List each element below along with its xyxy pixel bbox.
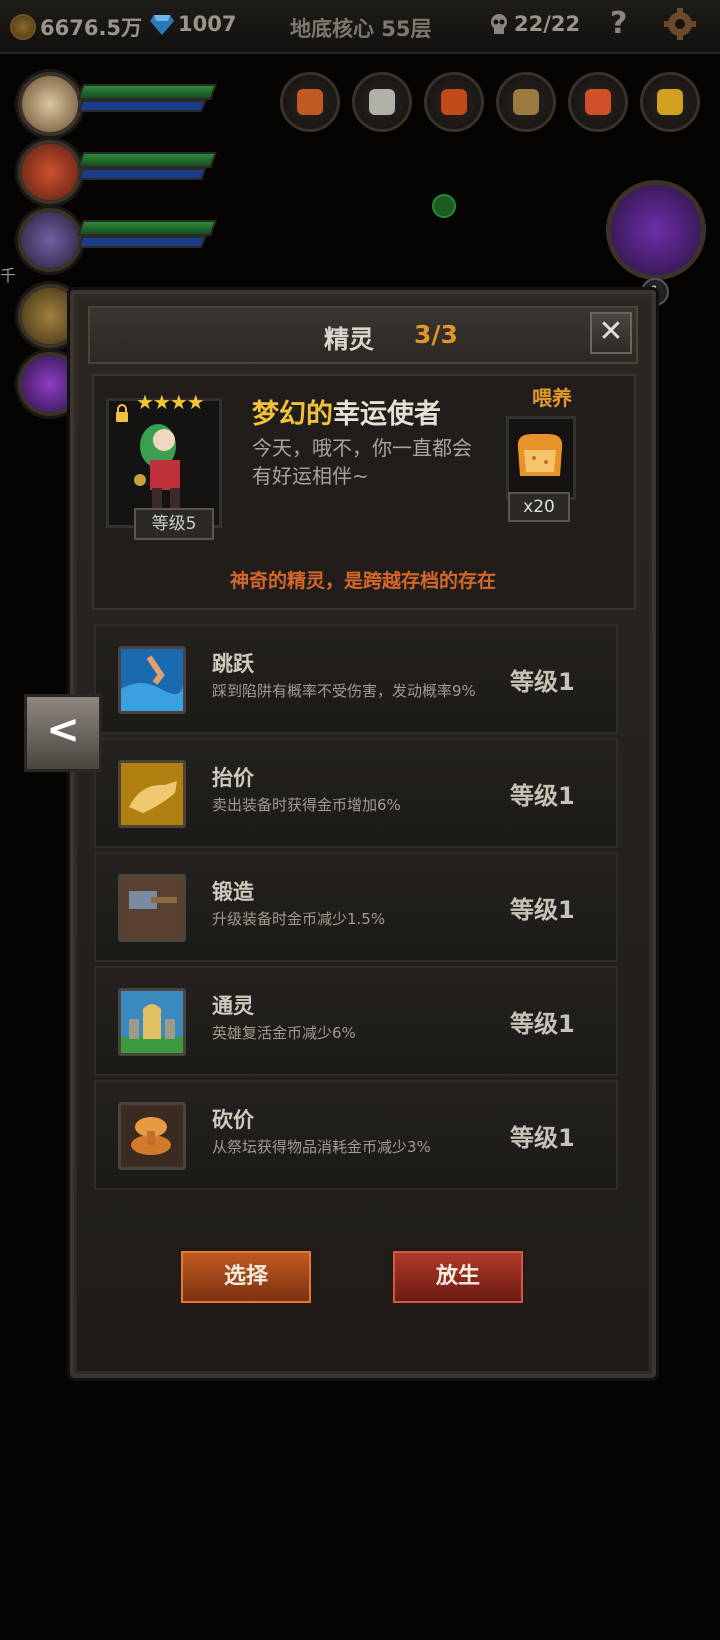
skill-description: 升级装备时金币减少1.5% <box>212 910 386 928</box>
skill-level: 等级1 <box>510 1124 575 1152</box>
side-cut-text: 千 <box>0 266 17 285</box>
feed-count: x20 <box>508 492 570 522</box>
skill-name: 砍价 <box>212 1108 254 1132</box>
spirit-portrait <box>134 424 180 508</box>
skill-level: 等级1 <box>510 668 575 696</box>
skill-row[interactable]: 通灵 英雄复活金币减少6% 等级1 <box>94 966 618 1076</box>
skill-description: 踩到陷阱有概率不受伤害，发动概率9% <box>212 682 476 700</box>
hero-hp-bar-3 <box>77 220 217 236</box>
hand-icon <box>118 760 186 828</box>
spirit-note: 神奇的精灵，是跨越存档的存在 <box>229 570 496 592</box>
potion-icon <box>297 89 323 115</box>
bread-icon <box>517 434 563 476</box>
coins-icon <box>118 1102 186 1170</box>
spirit-modal: 精灵 3/3 ✕ ★★★★ 等级5 梦幻的幸运使者 今天，哦不，你一直都会有好运… <box>70 290 656 1378</box>
green-marker <box>432 194 456 218</box>
dagger-icon <box>585 89 611 115</box>
item-slot-3[interactable] <box>424 72 484 132</box>
item-slot-4[interactable] <box>496 72 556 132</box>
hammer-icon <box>118 874 186 942</box>
rune-icon <box>441 89 467 115</box>
gear-icon[interactable] <box>664 8 696 40</box>
kill-value: 22/22 <box>514 12 581 36</box>
main-hero-portrait[interactable] <box>606 180 706 280</box>
item-slot-1[interactable] <box>280 72 340 132</box>
gem-value: 1007 <box>178 12 237 36</box>
gold-display: 6676.5万 <box>10 12 142 42</box>
helmet-icon <box>369 89 395 115</box>
skill-level: 等级1 <box>510 782 575 810</box>
release-button[interactable]: 放生 <box>390 1248 526 1306</box>
spirit-description: 今天，哦不，你一直都会有好运相伴~ <box>252 436 472 488</box>
star-rating: ★★★★ <box>136 390 205 414</box>
skill-row[interactable]: 锻造 升级装备时金币减少1.5% 等级1 <box>94 852 618 962</box>
spirit-name-adjective: 梦幻的 <box>252 399 333 430</box>
spirit-name-noun: 幸运使者 <box>333 399 441 430</box>
skill-description: 从祭坛获得物品消耗金币减少3% <box>212 1138 431 1156</box>
hero-mp-bar-1 <box>77 100 207 112</box>
hero-portrait-3[interactable] <box>18 208 82 272</box>
skill-description: 英雄复活金币减少6% <box>212 1024 356 1042</box>
skull-icon <box>491 14 507 34</box>
feed-label: 喂养 <box>532 386 572 410</box>
back-arrow-button[interactable]: < <box>24 694 102 772</box>
item-slot-5[interactable] <box>568 72 628 132</box>
tombstone-icon <box>118 988 186 1056</box>
item-slot-2[interactable] <box>352 72 412 132</box>
modal-title: 精灵 <box>324 325 375 354</box>
floor-label: 地底核心 55层 <box>290 17 432 41</box>
gem-display: 1007 <box>150 12 236 36</box>
skill-name: 跳跃 <box>212 652 254 676</box>
hero-mp-bar-2 <box>77 168 207 180</box>
feather-icon <box>657 89 683 115</box>
spirit-count: 3/3 <box>414 320 458 349</box>
gold-value: 6676.5万 <box>40 16 143 40</box>
lock-icon <box>116 404 128 422</box>
skill-level: 等级1 <box>510 896 575 924</box>
hero-hp-bar-1 <box>77 84 217 100</box>
coin-icon <box>10 14 36 40</box>
hero-portrait-1[interactable] <box>18 72 82 136</box>
skill-row[interactable]: 抬价 卖出装备时获得金币增加6% 等级1 <box>94 738 618 848</box>
diamond-icon <box>150 15 174 35</box>
skill-row[interactable]: 跳跃 踩到陷阱有概率不受伤害，发动概率9% 等级1 <box>94 624 618 734</box>
select-button[interactable]: 选择 <box>178 1248 314 1306</box>
hero-portrait-2[interactable] <box>18 140 82 204</box>
jump-icon <box>118 646 186 714</box>
help-icon[interactable]: ? <box>610 6 627 41</box>
top-bar: 6676.5万 1007 地底核心 55层 22/22 ? <box>0 0 720 54</box>
spirit-name: 梦幻的幸运使者 <box>252 392 441 431</box>
spirit-level: 等级5 <box>134 508 214 540</box>
skill-name: 锻造 <box>212 880 254 904</box>
skill-row[interactable]: 砍价 从祭坛获得物品消耗金币减少3% 等级1 <box>94 1080 618 1190</box>
skill-description: 卖出装备时获得金币增加6% <box>212 796 401 814</box>
skill-name: 抬价 <box>212 766 254 790</box>
hero-mp-bar-3 <box>77 236 207 248</box>
kill-counter: 22/22 <box>488 12 580 36</box>
hero-hp-bar-2 <box>77 152 217 168</box>
bell-icon <box>513 89 539 115</box>
skill-name: 通灵 <box>212 994 254 1018</box>
close-button[interactable]: ✕ <box>590 312 632 354</box>
item-slot-6[interactable] <box>640 72 700 132</box>
skill-level: 等级1 <box>510 1010 575 1038</box>
